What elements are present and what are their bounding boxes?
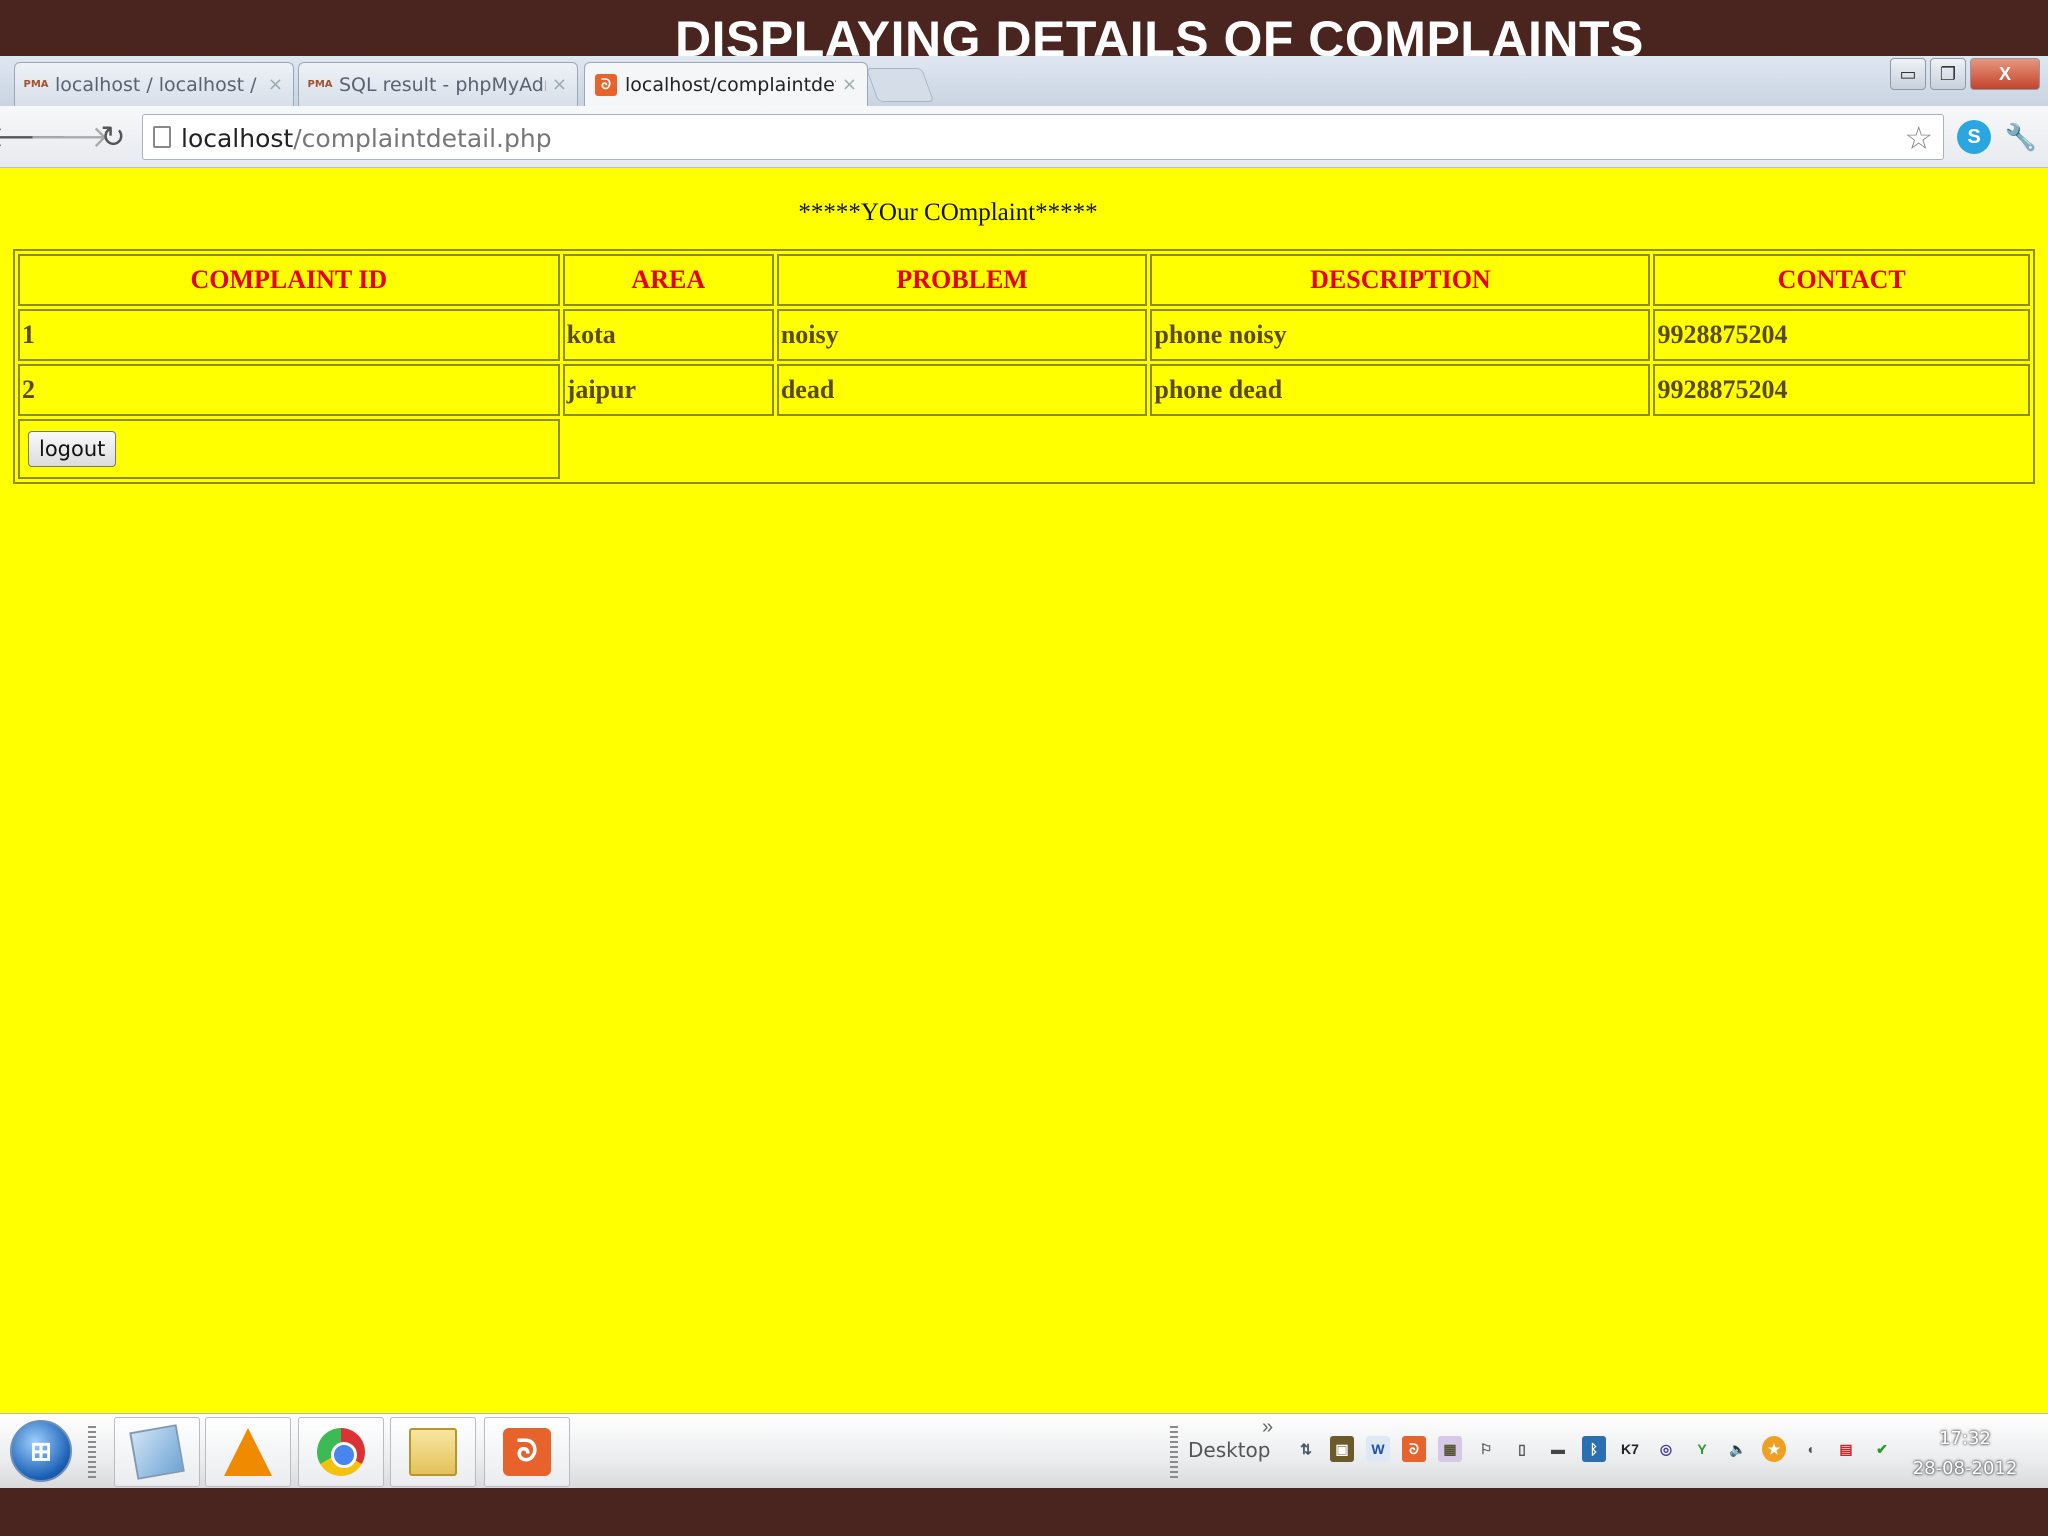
column-header: AREA xyxy=(562,254,774,306)
cell-complaint-id: 2 xyxy=(18,364,560,416)
complaints-table: COMPLAINT ID AREA PROBLEM DESCRIPTION CO… xyxy=(13,249,2035,484)
cell-area: jaipur xyxy=(562,364,774,416)
tab-label: localhost/complaintdetail. xyxy=(625,73,836,96)
sync-icon[interactable]: ◎ xyxy=(1654,1436,1678,1462)
cell-complaint-id: 1 xyxy=(18,309,560,361)
xampp-icon: ᘐ xyxy=(503,1428,551,1476)
xampp-tray-icon[interactable]: ᘐ xyxy=(1402,1436,1426,1462)
taskbar-vlc[interactable] xyxy=(205,1417,291,1487)
k7-antivirus-icon[interactable]: K7 xyxy=(1618,1436,1642,1462)
notes-icon xyxy=(129,1424,185,1480)
tab-label: SQL result - phpMyAdmin xyxy=(339,73,546,96)
close-tab-icon[interactable]: × xyxy=(842,74,857,95)
chrome-icon xyxy=(317,1428,365,1476)
volume-icon[interactable]: 🔈 xyxy=(1726,1436,1750,1462)
monitor-icon[interactable]: ▣ xyxy=(1330,1436,1354,1462)
cell-description: phone dead xyxy=(1150,364,1651,416)
battery-icon[interactable]: ▯ xyxy=(1510,1436,1534,1462)
column-header: CONTACT xyxy=(1653,254,2030,306)
start-button[interactable]: ⊞ xyxy=(10,1420,72,1482)
cell-contact: 9928875204 xyxy=(1653,309,2030,361)
clock-date: 28-08-2012 xyxy=(1912,1458,2018,1479)
xampp-icon: ᘐ xyxy=(595,73,617,96)
url-text[interactable]: localhost/complaintdetail.php xyxy=(181,124,552,153)
vlc-icon xyxy=(224,1428,272,1476)
taskbar-notes-app[interactable] xyxy=(114,1417,200,1487)
desktop-toolbar-label[interactable]: Desktop xyxy=(1188,1438,1270,1462)
logout-cell: logout xyxy=(18,419,560,479)
page-content: *****YOur COmplaint***** COMPLAINT ID AR… xyxy=(0,169,2048,1413)
table-row: 1 kota noisy phone noisy 9928875204 xyxy=(18,309,2030,361)
minimize-button[interactable]: ▭ xyxy=(1890,58,1926,90)
speaker-icon[interactable]: ◖ xyxy=(1798,1436,1822,1462)
network-icon[interactable]: ⇅ xyxy=(1294,1436,1318,1462)
forward-button[interactable]: 🡒 xyxy=(29,118,109,156)
clock-time: 17:32 xyxy=(1939,1428,1991,1449)
toolbar-chevron[interactable]: » xyxy=(1262,1416,1273,1439)
page-icon xyxy=(153,126,171,148)
reload-button[interactable]: ↻ xyxy=(94,118,132,156)
cell-contact: 9928875204 xyxy=(1653,364,2030,416)
close-tab-icon[interactable]: × xyxy=(268,74,283,95)
taskbar-grip[interactable] xyxy=(88,1426,96,1478)
shield-icon[interactable]: Y xyxy=(1690,1436,1714,1462)
browser-toolbar: 🡐 🡒 ↻ localhost/complaintdetail.php ☆ S … xyxy=(0,106,2048,168)
close-window-button[interactable]: X xyxy=(1970,58,2040,90)
wrench-icon[interactable]: 🔧 xyxy=(2004,120,2038,154)
table-footer-row: logout xyxy=(18,419,2030,479)
cell-problem: dead xyxy=(776,364,1148,416)
new-tab-button[interactable] xyxy=(865,68,935,102)
url-host: localhost xyxy=(181,124,294,153)
bluetooth-icon[interactable]: ᛒ xyxy=(1582,1436,1606,1462)
tab-label: localhost / localhost / com xyxy=(55,73,262,96)
network-status-icon[interactable]: ▤ xyxy=(1834,1436,1858,1462)
tab-sql-result[interactable]: PMA SQL result - phpMyAdmin × xyxy=(298,62,578,106)
tab-phpmyadmin-localhost[interactable]: PMA localhost / localhost / com × xyxy=(14,62,294,106)
phpmyadmin-icon: PMA xyxy=(23,79,49,90)
empty-cell xyxy=(563,419,2030,479)
taskbar-explorer[interactable] xyxy=(390,1417,476,1487)
taskbar-grip[interactable] xyxy=(1170,1426,1178,1478)
cell-description: phone noisy xyxy=(1150,309,1651,361)
skype-icon[interactable]: S xyxy=(1957,120,1991,154)
folder-icon xyxy=(409,1428,457,1476)
cell-problem: noisy xyxy=(776,309,1148,361)
taskbar-xampp[interactable]: ᘐ xyxy=(484,1417,570,1487)
tab-complaintdetail[interactable]: ᘐ localhost/complaintdetail. × xyxy=(584,62,868,106)
system-clock[interactable]: 17:32 28-08-2012 xyxy=(1910,1424,2020,1484)
star-tray-icon[interactable]: ★ xyxy=(1762,1436,1786,1462)
flag-icon[interactable]: ⚐ xyxy=(1474,1436,1498,1462)
logout-button[interactable]: logout xyxy=(28,431,117,467)
page-heading: *****YOur COmplaint***** xyxy=(798,199,1098,226)
word-icon[interactable]: W xyxy=(1366,1436,1390,1462)
tab-strip: PMA localhost / localhost / com × PMA SQ… xyxy=(0,56,2048,106)
column-header: COMPLAINT ID xyxy=(18,254,560,306)
table-row: 2 jaipur dead phone dead 9928875204 xyxy=(18,364,2030,416)
column-header: PROBLEM xyxy=(776,254,1148,306)
windows-taskbar: ⊞ ᘐ Desktop » ⇅ ▣ W ᘐ ▦ ⚐ ▯ ▬ ᛒ K7 ◎ Y 🔈… xyxy=(0,1413,2048,1488)
phpmyadmin-icon: PMA xyxy=(307,79,333,90)
taskbar-chrome[interactable] xyxy=(298,1417,384,1487)
restore-button[interactable]: ❐ xyxy=(1930,58,1966,90)
slide-title: DISPLAYING DETAILS OF COMPLAINTS xyxy=(0,10,2048,67)
bookmark-star-icon[interactable]: ☆ xyxy=(1904,119,1933,157)
cell-area: kota xyxy=(562,309,774,361)
app-tray-icon[interactable]: ▦ xyxy=(1438,1436,1462,1462)
table-header-row: COMPLAINT ID AREA PROBLEM DESCRIPTION CO… xyxy=(18,254,2030,306)
close-tab-icon[interactable]: × xyxy=(552,74,567,95)
display-icon[interactable]: ▬ xyxy=(1546,1436,1570,1462)
url-path: /complaintdetail.php xyxy=(293,124,552,153)
check-icon[interactable]: ✔ xyxy=(1870,1436,1894,1462)
address-bar[interactable]: localhost/complaintdetail.php ☆ xyxy=(142,114,1944,160)
column-header: DESCRIPTION xyxy=(1150,254,1651,306)
browser-window: PMA localhost / localhost / com × PMA SQ… xyxy=(0,56,2048,1413)
